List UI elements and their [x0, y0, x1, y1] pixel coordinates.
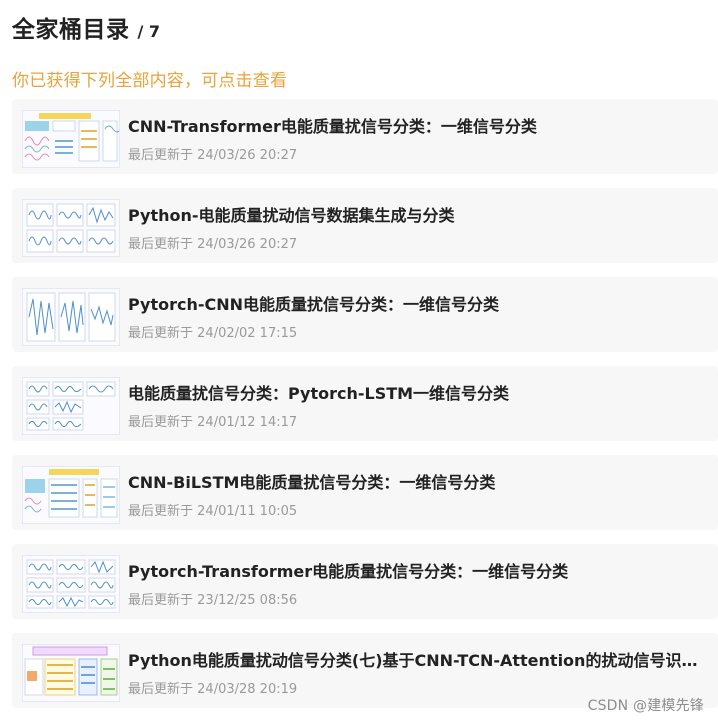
page-title: 全家桶目录: [12, 17, 130, 43]
thumbnail-image: [22, 288, 120, 346]
updated-meta: 最后更新于 24/03/28 20:19: [128, 678, 297, 697]
item-title: Python-电能质量扰动信号数据集生成与分类: [128, 206, 455, 225]
updated-date: 24/03/28 20:19: [197, 682, 298, 697]
updated-label: 最后更新于: [128, 148, 194, 163]
page-header: 全家桶目录 / 7: [12, 10, 161, 43]
directory-page: 全家桶目录 / 7 你已获得下列全部内容，可点击查看 CNN-Transform…: [0, 0, 718, 724]
updated-date: 24/03/26 20:27: [197, 237, 298, 252]
list-item[interactable]: Python-电能质量扰动信号数据集生成与分类 最后更新于 24/03/26 2…: [12, 188, 718, 263]
item-title: CNN-Transformer电能质量扰信号分类：一维信号分类: [128, 117, 537, 136]
updated-label: 最后更新于: [128, 237, 194, 252]
directory-list: CNN-Transformer电能质量扰信号分类：一维信号分类 最后更新于 24…: [12, 99, 718, 722]
updated-label: 最后更新于: [128, 415, 194, 430]
updated-date: 24/01/11 10:05: [197, 504, 298, 519]
updated-label: 最后更新于: [128, 682, 194, 697]
item-title: Python电能质量扰动信号分类(七)基于CNN-TCN-Attention的扰…: [128, 651, 713, 670]
updated-meta: 最后更新于 24/02/02 17:15: [128, 322, 297, 341]
thumbnail-image: [22, 377, 120, 435]
item-title: 电能质量扰信号分类：Pytorch-LSTM一维信号分类: [128, 384, 510, 403]
updated-label: 最后更新于: [128, 504, 194, 519]
updated-meta: 最后更新于 24/01/11 10:05: [128, 500, 297, 519]
updated-meta: 最后更新于 23/12/25 08:56: [128, 589, 297, 608]
list-item[interactable]: CNN-BiLSTM电能质量扰信号分类：一维信号分类 最后更新于 24/01/1…: [12, 455, 718, 530]
thumbnail-image: [22, 110, 120, 168]
item-title: Pytorch-Transformer电能质量扰信号分类：一维信号分类: [128, 562, 569, 581]
list-item[interactable]: 电能质量扰信号分类：Pytorch-LSTM一维信号分类 最后更新于 24/01…: [12, 366, 718, 441]
updated-date: 24/01/12 14:17: [197, 415, 298, 430]
thumbnail-image: [22, 199, 120, 257]
list-item[interactable]: CNN-Transformer电能质量扰信号分类：一维信号分类 最后更新于 24…: [12, 99, 718, 174]
list-item[interactable]: Pytorch-Transformer电能质量扰信号分类：一维信号分类 最后更新…: [12, 544, 718, 619]
updated-label: 最后更新于: [128, 593, 194, 608]
updated-date: 23/12/25 08:56: [197, 593, 298, 608]
updated-meta: 最后更新于 24/01/12 14:17: [128, 411, 297, 430]
access-note: 你已获得下列全部内容，可点击查看: [12, 71, 288, 91]
updated-date: 24/02/02 17:15: [197, 326, 298, 341]
thumbnail-image: [22, 644, 120, 702]
item-title: CNN-BiLSTM电能质量扰信号分类：一维信号分类: [128, 473, 496, 492]
item-title: Pytorch-CNN电能质量扰信号分类：一维信号分类: [128, 295, 500, 314]
thumbnail-image: [22, 466, 120, 524]
updated-meta: 最后更新于 24/03/26 20:27: [128, 144, 297, 163]
updated-meta: 最后更新于 24/03/26 20:27: [128, 233, 297, 252]
thumbnail-image: [22, 555, 120, 613]
list-item[interactable]: Pytorch-CNN电能质量扰信号分类：一维信号分类 最后更新于 24/02/…: [12, 277, 718, 352]
updated-date: 24/03/26 20:27: [197, 148, 298, 163]
item-count: / 7: [137, 22, 161, 41]
csdn-watermark: CSDN @建模先锋: [587, 698, 704, 714]
updated-label: 最后更新于: [128, 326, 194, 341]
